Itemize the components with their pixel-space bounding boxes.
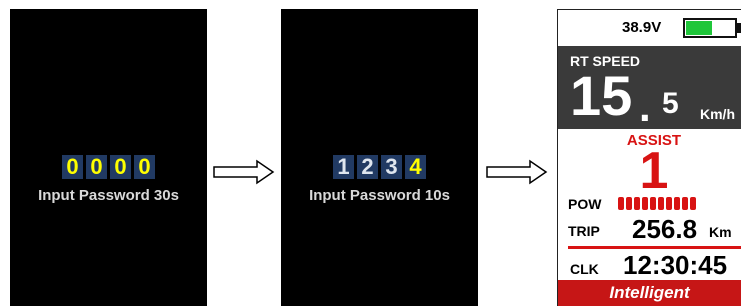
mode-bar[interactable]: Intelligent xyxy=(558,280,741,306)
trip-unit: Km xyxy=(709,224,732,240)
power-bar-segment xyxy=(634,197,640,210)
battery-status: 38.9V xyxy=(558,10,741,46)
password-digit-4[interactable]: 0 xyxy=(134,155,155,179)
power-bar-segment xyxy=(682,197,688,210)
password-digit-1[interactable]: 1 xyxy=(333,155,354,179)
speed-panel: RT SPEED 15 . 5 Km/h xyxy=(558,46,741,130)
power-bar-segment xyxy=(666,197,672,210)
power-bar-segment xyxy=(650,197,656,210)
password-timer-label: Input Password 30s xyxy=(38,187,179,204)
password-digits: 0 0 0 0 xyxy=(10,155,207,179)
power-bar-segment xyxy=(658,197,664,210)
password-digit-2[interactable]: 2 xyxy=(357,155,378,179)
right-arrow-icon xyxy=(213,159,275,185)
speed-decimal-point: . xyxy=(639,83,651,130)
power-label: POW xyxy=(568,196,602,212)
trip-value: 256.8 xyxy=(632,214,698,244)
voltage-readout: 38.9V xyxy=(622,19,662,36)
divider xyxy=(568,246,741,249)
power-meter xyxy=(618,197,696,210)
trip-label: TRIP xyxy=(568,223,600,239)
power-bar-segment xyxy=(618,197,624,210)
assist-level[interactable]: 1 xyxy=(558,141,741,201)
password-screen-entered: 1 2 3 4 Input Password 10s xyxy=(281,9,478,306)
battery-icon xyxy=(683,18,737,38)
power-bar-segment xyxy=(626,197,632,210)
power-bar-segment xyxy=(674,197,680,210)
battery-tip xyxy=(737,23,741,33)
clock-label: CLK xyxy=(570,261,599,277)
password-digit-3[interactable]: 0 xyxy=(110,155,131,179)
battery-level-fill xyxy=(686,21,712,35)
main-display-screen: 38.9V RT SPEED 15 . 5 Km/h ASSIST 1 POW … xyxy=(557,9,741,306)
speed-unit: Km/h xyxy=(700,106,735,122)
speed-integer: 15 xyxy=(570,64,633,127)
password-digit-4[interactable]: 4 xyxy=(405,155,426,179)
password-digit-1[interactable]: 0 xyxy=(62,155,83,179)
power-bar-segment xyxy=(690,197,696,210)
speed-decimal: 5 xyxy=(662,87,679,120)
password-digits: 1 2 3 4 xyxy=(281,155,478,179)
password-timer-label: Input Password 10s xyxy=(309,187,450,204)
password-screen-initial: 0 0 0 0 Input Password 30s xyxy=(10,9,207,306)
clock-value: 12:30:45 xyxy=(623,250,728,280)
password-digit-2[interactable]: 0 xyxy=(86,155,107,179)
power-bar-segment xyxy=(642,197,648,210)
password-digit-3[interactable]: 3 xyxy=(381,155,402,179)
right-arrow-icon xyxy=(486,159,548,185)
